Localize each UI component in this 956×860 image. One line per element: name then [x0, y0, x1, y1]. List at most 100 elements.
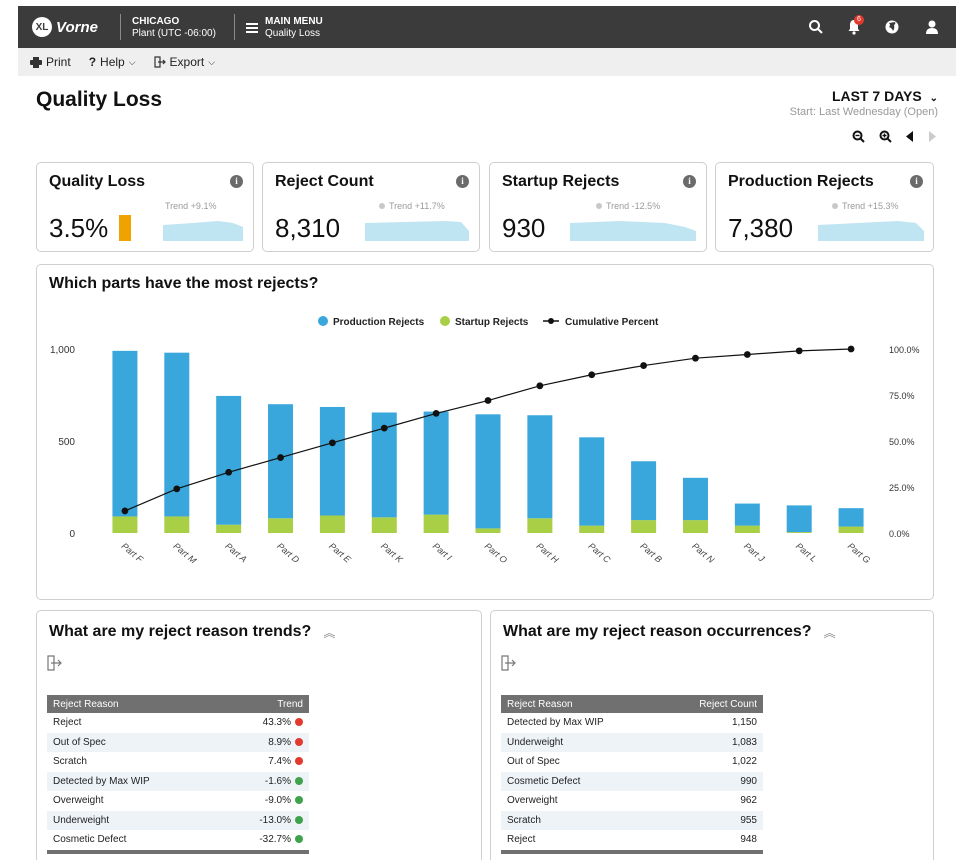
startup-rejects-bar [527, 518, 553, 533]
help-menu[interactable]: ? Help ⌵ [89, 55, 136, 69]
collapse-icon[interactable]: ︽ [824, 624, 836, 641]
search-icon[interactable] [808, 19, 824, 35]
plant-name: CHICAGO [132, 16, 180, 27]
startup-rejects-bar [734, 525, 760, 533]
table-row[interactable]: Overweight -9.0% [47, 791, 309, 811]
cumulative-percent-point [588, 371, 596, 379]
kpi-trend-text: Trend +11.7% [389, 201, 445, 211]
trend-up-indicator [295, 757, 303, 766]
trend-value: 8.9% [268, 736, 291, 748]
info-icon[interactable]: i [456, 175, 469, 188]
kpi-title: Startup Rejects [502, 173, 620, 190]
info-icon[interactable]: i [683, 175, 696, 188]
production-rejects-bar [112, 350, 138, 517]
trend-down-indicator [295, 815, 303, 824]
trend-cell: 43.3% [220, 713, 309, 733]
export-icon[interactable] [501, 655, 517, 671]
reject-reason-cell: Out of Spec [507, 756, 560, 768]
zoom-out-icon[interactable] [852, 130, 865, 143]
table-row[interactable]: Reject 948 [501, 830, 763, 850]
printer-icon [30, 56, 42, 68]
table-row[interactable]: Scratch 7.4% [47, 752, 309, 772]
info-icon[interactable]: i [910, 175, 923, 188]
kpi-trend: Trend -12.5% [596, 201, 660, 211]
notifications-button[interactable]: 6 [846, 15, 864, 35]
reject-reason-cell: Cosmetic Defect [501, 771, 661, 791]
table-row[interactable]: Cosmetic Defect 990 [501, 771, 763, 791]
reject-count-value: 948 [740, 834, 757, 846]
column-header-trend[interactable]: Trend [220, 695, 309, 713]
collapse-icon[interactable]: ︽ [323, 624, 335, 641]
divider [120, 14, 121, 40]
table-row[interactable]: Out of Spec 1,022 [501, 752, 763, 772]
kpi-quality-loss[interactable]: Quality Loss i Trend +9.1% 3.5% [36, 162, 254, 252]
column-header-reason[interactable]: Reject Reason [47, 695, 221, 713]
parts-rejects-chart: Production Rejects Startup Rejects Cumulat… [50, 316, 920, 566]
reject-reason-cell: Scratch [501, 810, 661, 830]
table-row[interactable]: Reject 43.3% [47, 713, 309, 733]
reject-count-value: 990 [740, 775, 757, 787]
cumulative-percent-point [329, 439, 336, 447]
production-rejects-bar [682, 477, 708, 521]
startup-rejects-bar [423, 514, 449, 533]
kpi-value: 3.5% [49, 213, 109, 243]
trend-dot [596, 203, 602, 209]
reject-reason-cell: Detected by Max WIP [507, 717, 604, 729]
reject-count-cell: 948 [661, 830, 763, 850]
x-tick-label: Part B [638, 541, 664, 565]
main-menu-button[interactable]: MAIN MENU Quality Loss [246, 16, 323, 40]
table-row[interactable]: Detected by Max WIP -1.6% [47, 771, 309, 791]
trend-cell: 8.9% [220, 732, 309, 752]
kpi-title: Quality Loss [49, 173, 146, 190]
x-tick-label: Part H [535, 541, 561, 565]
hamburger-icon [246, 23, 258, 33]
notification-badge: 6 [854, 15, 864, 25]
kpi-startup-rejects[interactable]: Startup Rejects i Trend -12.5% 930 [489, 162, 707, 252]
table-row[interactable]: Out of Spec 8.9% [47, 732, 309, 752]
cumulative-percent-point [432, 410, 440, 417]
reject-reason-cell: Out of Spec [47, 732, 221, 752]
export-icon[interactable] [47, 655, 63, 671]
x-tick-label: Part K [379, 541, 405, 565]
reject-reason-cell: Overweight [507, 795, 558, 807]
plant-selector[interactable]: CHICAGO Plant (UTC -06:00) [132, 16, 216, 40]
export-menu[interactable]: Export ⌵ [153, 55, 215, 69]
info-icon[interactable]: i [230, 175, 243, 188]
next-period-icon[interactable] [928, 131, 936, 142]
kpi-trend: Trend +11.7% [379, 201, 445, 211]
vorne-logo[interactable]: XL Vorne [32, 17, 98, 37]
column-header-count[interactable]: Reject Count [660, 695, 763, 713]
reject-count-cell: 962 [661, 791, 763, 811]
trend-down-indicator [295, 776, 303, 785]
production-rejects-bar [216, 395, 242, 525]
trend-value: 43.3% [262, 717, 291, 729]
trend-value: -13.0% [259, 814, 291, 826]
user-icon[interactable] [924, 19, 940, 35]
table-row[interactable]: Underweight -13.0% [47, 810, 309, 830]
cumulative-percent-point [484, 397, 492, 404]
table-row[interactable]: Scratch 955 [501, 810, 763, 830]
table-row[interactable]: Overweight 962 [501, 791, 763, 811]
kpi-production-rejects[interactable]: Production Rejects i Trend +15.3% 7,380 [715, 162, 934, 252]
zoom-in-icon[interactable] [879, 130, 892, 143]
date-range-label: LAST 7 DAYS [831, 88, 922, 104]
kpi-reject-count[interactable]: Reject Count i Trend +11.7% 8,310 [262, 162, 480, 252]
table-row[interactable]: Underweight 1,083 [501, 732, 763, 752]
reject-reason-cell: Underweight [501, 732, 661, 752]
main-menu-label: MAIN MENU [265, 16, 323, 27]
previous-period-icon[interactable] [906, 131, 914, 142]
date-range-selector[interactable]: LAST 7 DAYS ⌄ Start: Last Wednesday (Ope… [790, 88, 938, 118]
print-button[interactable]: Print [30, 55, 71, 69]
table-row[interactable]: Cosmetic Defect -32.7% [47, 830, 309, 850]
globe-icon[interactable] [884, 19, 900, 35]
startup-rejects-bar [371, 517, 397, 533]
table-row[interactable]: Detected by Max WIP 1,150 [501, 713, 763, 733]
legend-swatch [318, 316, 328, 326]
kpi-loss-bar [119, 215, 131, 241]
kpi-title: Production Rejects [728, 173, 874, 190]
trend-value: -1.6% [264, 775, 291, 787]
cumulative-percent-point [536, 382, 544, 390]
column-header-reason[interactable]: Reject Reason [501, 695, 661, 713]
x-tick-label: Part F [120, 541, 146, 565]
y-tick-label: 0 [69, 529, 75, 540]
